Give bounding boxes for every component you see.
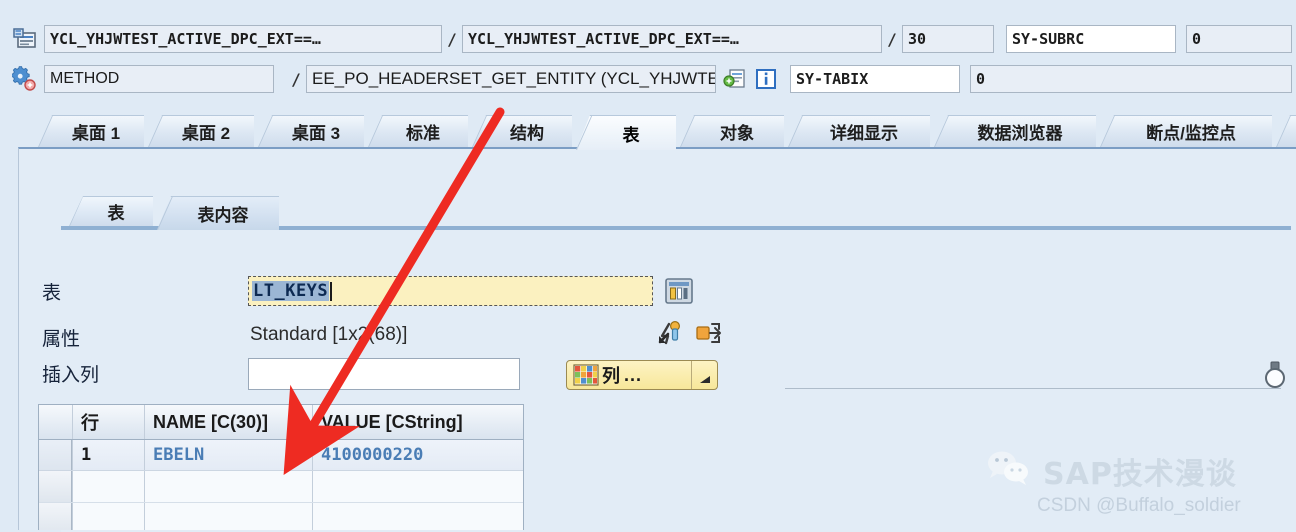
event-name-field[interactable]: EE_PO_HEADERSET_GET_ENTITY (YCL_YHJWTEST… [306, 65, 716, 93]
attributes-value: Standard [1x2(68)] [250, 324, 408, 345]
table-row[interactable] [39, 503, 523, 530]
tab-standard[interactable]: 标准 [368, 115, 468, 147]
table-field-label: 表 [42, 283, 62, 304]
tab-data-browser[interactable]: 数据浏览器 [934, 115, 1096, 147]
insert-column-label: 插入列 [42, 365, 100, 386]
table-row[interactable] [39, 471, 523, 503]
row-name-cell[interactable] [145, 471, 313, 502]
row-name-cell[interactable] [145, 503, 313, 530]
insert-column-input[interactable] [248, 358, 520, 390]
program-name-field[interactable]: YCL_YHJWTEST_ACTIVE_DPC_EXT==… [44, 25, 442, 53]
table-inner-tab-strip: 表 表内容 [61, 194, 1291, 230]
debugger-tab-strip: 桌面 1 桌面 2 桌面 3 标准 结构 表 对象 详细显示 数据浏览器 断点/… [0, 112, 1296, 150]
event-type-field[interactable]: METHOD [44, 65, 274, 93]
grid-header-row: 行 NAME [C(30)] VALUE [CString] [39, 405, 523, 440]
row-number-cell [73, 503, 145, 530]
table-name-input[interactable]: LT_KEYS [248, 276, 653, 306]
insert-column-label-row: 插入列 [42, 360, 99, 387]
row-value-cell[interactable] [313, 503, 523, 530]
table-field-label-row: 表 [42, 278, 61, 305]
watermark: SAP技术漫谈 CSDN @Buffalo_soldier [985, 448, 1285, 524]
sy-tabix-value: 0 [970, 65, 1292, 93]
tab-desktop-3[interactable]: 桌面 3 [258, 115, 364, 147]
row-select-cell[interactable] [39, 503, 73, 530]
row-select-box[interactable] [39, 440, 72, 470]
grid-header-name[interactable]: NAME [C(30)] [145, 405, 313, 439]
tab-breakpoints[interactable]: 断点/监控点 [1100, 115, 1272, 147]
sy-subrc-label: SY-SUBRC [1006, 25, 1176, 53]
sy-tabix-label: SY-TABIX [790, 65, 960, 93]
row-select-box[interactable] [39, 503, 72, 530]
dropdown-arrow-icon[interactable] [691, 361, 717, 389]
row-select-cell[interactable] [39, 471, 73, 502]
row-number-cell [73, 471, 145, 502]
tab-structure[interactable]: 结构 [472, 115, 572, 147]
columns-button-dots: ... [624, 364, 643, 385]
tab-desktop-2[interactable]: 桌面 2 [148, 115, 254, 147]
grid-header-row-num[interactable]: 行 [73, 405, 145, 439]
table-display-icon[interactable] [663, 275, 695, 307]
tab-object[interactable]: 对象 [680, 115, 784, 147]
debugger-context-row-1: YCL_YHJWTEST_ACTIVE_DPC_EXT==… / YCL_YHJ… [0, 22, 1296, 56]
row-select-cell[interactable] [39, 440, 73, 470]
attributes-label-row: 属性 [42, 324, 80, 351]
row-select-box[interactable] [39, 471, 72, 502]
method-gear-icon [12, 66, 38, 92]
grid-header-value[interactable]: VALUE [CString] [313, 405, 523, 439]
separator-slash: / [447, 29, 457, 49]
text-caret [330, 281, 333, 301]
separator-slash-3: / [291, 69, 301, 89]
sy-subrc-value: 0 [1186, 25, 1292, 53]
row-name-cell[interactable]: EBELN [145, 440, 313, 470]
tab-overflow[interactable] [1276, 115, 1296, 147]
goto-detail-icon[interactable] [656, 318, 686, 348]
section-divider [785, 388, 1281, 389]
display-details-icon[interactable] [723, 67, 747, 91]
row-number-cell: 1 [73, 440, 145, 470]
row-value-cell[interactable] [313, 471, 523, 502]
lightbulb-icon[interactable] [1262, 360, 1288, 399]
sap-debugger-window: YCL_YHJWTEST_ACTIVE_DPC_EXT==… / YCL_YHJ… [0, 0, 1296, 532]
columns-button[interactable]: 列 ... [566, 360, 718, 390]
row-value-cell[interactable]: 4100000220 [313, 440, 523, 470]
grid-header-select[interactable] [39, 405, 73, 439]
watermark-title-line: SAP技术漫谈 [985, 448, 1285, 493]
table-name-value: LT_KEYS [252, 281, 330, 301]
line-number-field[interactable]: 30 [902, 25, 994, 53]
tab-desktop-1[interactable]: 桌面 1 [38, 115, 144, 147]
separator-slash-2: / [887, 29, 897, 49]
debugger-context-row-2: METHOD / EE_PO_HEADERSET_GET_ENTITY (YCL… [0, 62, 1296, 96]
tab-detail-display[interactable]: 详细显示 [788, 115, 930, 147]
watermark-subtitle: CSDN @Buffalo_soldier [1037, 495, 1241, 516]
table-content-grid[interactable]: 行 NAME [C(30)] VALUE [CString] 1 EBELN 4… [38, 404, 524, 530]
tab-table[interactable]: 表 [576, 115, 676, 150]
grid-body: 1 EBELN 4100000220 [39, 440, 523, 530]
wechat-logo-icon [985, 448, 1031, 493]
attributes-label: 属性 [42, 329, 81, 350]
columns-button-label: 列 [602, 366, 620, 386]
inner-tab-table[interactable]: 表 [69, 196, 153, 226]
export-arrows-icon[interactable] [694, 318, 724, 348]
watermark-title: SAP技术漫谈 [1043, 456, 1237, 492]
information-icon[interactable] [754, 67, 778, 91]
columns-grid-icon [573, 364, 599, 386]
program-screen-icon [12, 26, 38, 52]
table-row[interactable]: 1 EBELN 4100000220 [39, 440, 523, 471]
inner-tab-table-content[interactable]: 表内容 [157, 196, 279, 230]
include-name-field[interactable]: YCL_YHJWTEST_ACTIVE_DPC_EXT==… [462, 25, 882, 53]
